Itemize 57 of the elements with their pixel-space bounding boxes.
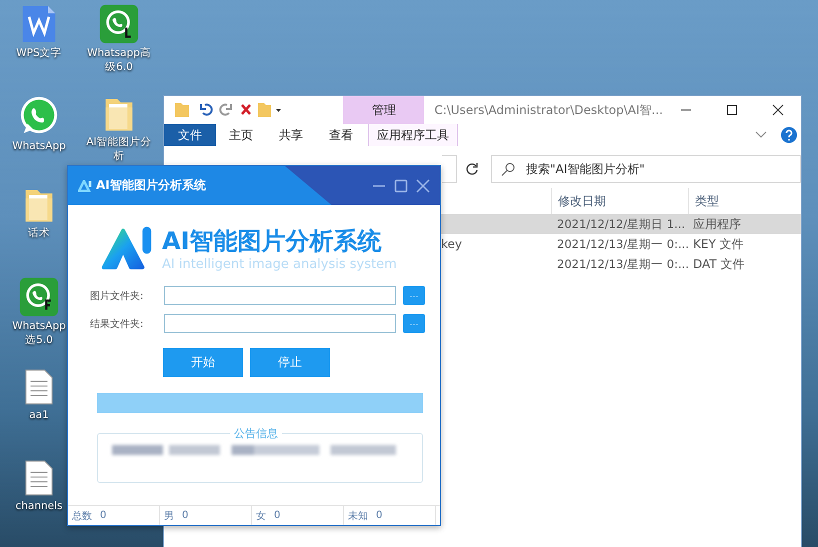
field-label: 结果文件夹:: [90, 318, 144, 330]
help-icon[interactable]: [781, 127, 797, 143]
notice-title: 公告信息: [230, 426, 282, 441]
desktop-icon-label[interactable]: WPS文字: [16, 46, 62, 60]
file-row[interactable]: 2021/12/13/星期一 0:... DAT 文件: [441, 254, 801, 274]
status-label: 女: [256, 510, 266, 522]
status-label: 未知: [348, 510, 368, 522]
window-title: C:\Users\Administrator\Desktop\AI智...: [434, 102, 663, 118]
field-label: 图片文件夹:: [90, 290, 144, 302]
desktop-icon-label[interactable]: WhatsApp选5.0: [10, 319, 68, 347]
chat-bubble-icon[interactable]: [19, 277, 59, 317]
file-date: 2021/12/13/星期一 0:...: [556, 256, 687, 272]
chat-bubble-icon[interactable]: [99, 4, 139, 44]
close-icon[interactable]: [416, 178, 430, 192]
search-icon: [501, 162, 515, 176]
ribbon-tab[interactable]: 共享: [266, 124, 316, 146]
document-icon[interactable]: [24, 459, 54, 497]
desktop-icon-label[interactable]: WhatsApp: [12, 139, 66, 153]
desktop-icon-label[interactable]: channels: [15, 499, 63, 513]
refresh-icon[interactable]: [465, 162, 479, 176]
ribbon-tab[interactable]: 主页: [216, 124, 266, 146]
browse-button[interactable]: ···: [403, 286, 425, 305]
status-label: 男: [164, 510, 174, 522]
search-field[interactable]: 搜索"AI智能图片分析": [491, 155, 801, 183]
folder-path-field[interactable]: [164, 286, 396, 305]
file-row[interactable]: 2021/12/12/星期日 1... 应用程序: [441, 214, 801, 234]
desktop-icon-label[interactable]: Whatsapp高级6.0: [84, 46, 154, 74]
status-label: 总数: [72, 510, 92, 522]
document-icon[interactable]: [24, 368, 54, 406]
file-row[interactable]: key 2021/12/13/星期一 0:... KEY 文件: [441, 234, 801, 254]
status-value: 0: [182, 510, 188, 521]
ribbon-tab[interactable]: 应用程序工具: [368, 124, 458, 146]
ribbon-tab[interactable]: 查看: [316, 124, 366, 146]
chevron-down-icon[interactable]: [755, 131, 767, 139]
stop-button[interactable]: 停止: [250, 348, 330, 377]
wps-document-icon[interactable]: [21, 4, 57, 44]
file-type: DAT 文件: [692, 256, 746, 272]
desktop-icon-label[interactable]: 话术: [28, 226, 50, 240]
app-brand-title: AI智能图片分析系统: [162, 226, 383, 256]
window-title: AI智能图片分析系统: [96, 177, 206, 194]
status-value: 0: [376, 510, 382, 521]
start-button[interactable]: 开始: [163, 348, 243, 377]
ribbon-tab[interactable]: 文件: [164, 124, 216, 146]
file-name: key: [441, 237, 462, 251]
desktop-icon-label[interactable]: aa1: [29, 408, 49, 422]
app-brand-subtitle: AI intelligent image analysis system: [162, 256, 397, 272]
file-date: 2021/12/13/星期一 0:...: [556, 236, 687, 252]
desktop-icon-label[interactable]: AI智能图片分析: [84, 135, 154, 163]
folder-path-field[interactable]: [164, 314, 396, 333]
file-date: 2021/12/12/星期日 1...: [556, 216, 686, 232]
context-tab-header: 管理: [343, 96, 424, 124]
logo-icon: [78, 180, 92, 192]
file-type: 应用程序: [692, 216, 742, 232]
browse-button[interactable]: ···: [403, 314, 425, 333]
status-value: 0: [274, 510, 280, 521]
status-value: 0: [100, 510, 106, 521]
file-type: KEY 文件: [692, 236, 745, 252]
